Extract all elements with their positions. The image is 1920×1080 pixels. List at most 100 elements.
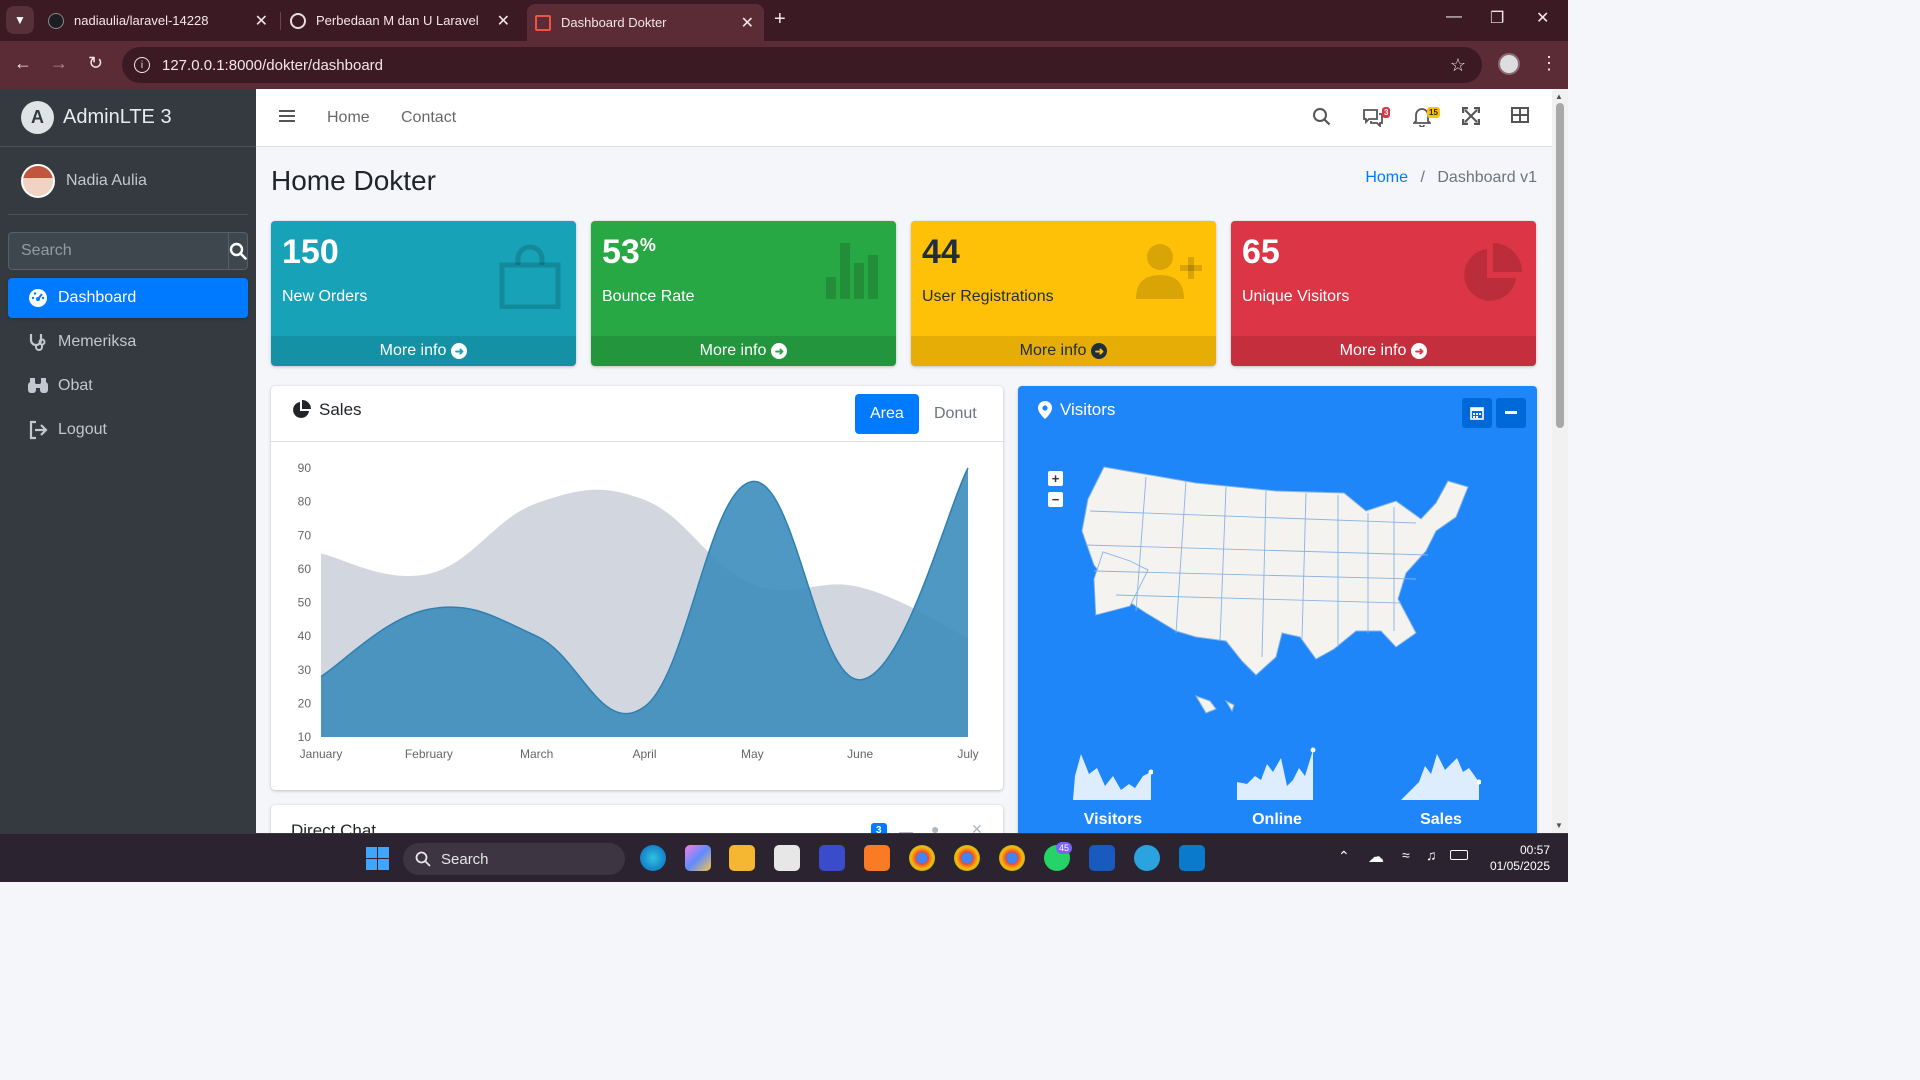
back-icon[interactable]: ←: [14, 53, 32, 74]
tab-search-button[interactable]: ▼: [6, 6, 34, 34]
usa-map: [1081, 466, 1469, 714]
microsoft-store-icon[interactable]: [774, 845, 800, 871]
restore-icon[interactable]: ❐: [1490, 8, 1504, 28]
y-tick-label: 80: [298, 495, 312, 509]
visitors-sparkline: [1073, 754, 1153, 800]
word-icon[interactable]: [1089, 845, 1115, 871]
stat-label: Bounce Rate: [602, 288, 695, 305]
whatsapp-badge: 45: [1056, 842, 1073, 854]
sidebar-search-button[interactable]: [228, 232, 248, 270]
clock-date: 01/05/2025: [1489, 859, 1550, 873]
adminlte-logo-icon: A: [21, 101, 54, 134]
stat-label: Unique Visitors: [1242, 288, 1350, 305]
sidebar-search-input[interactable]: [8, 232, 228, 270]
x-tick-label: February: [405, 747, 453, 761]
stat-value: 150: [282, 233, 339, 271]
stat-value: 65: [1242, 233, 1280, 271]
profile-avatar-icon[interactable]: [1498, 53, 1520, 75]
nav-link-contact[interactable]: Contact: [401, 109, 456, 127]
tab-donut[interactable]: Donut: [919, 394, 992, 434]
new-tab-icon[interactable]: +: [774, 8, 786, 31]
copilot-icon[interactable]: [685, 845, 711, 871]
taskbar-search-box[interactable]: Search: [403, 843, 625, 875]
more-info-link[interactable]: More info ➜: [591, 336, 896, 366]
battery-icon[interactable]: [1450, 850, 1468, 860]
window-close-icon[interactable]: ✕: [1536, 8, 1549, 28]
address-bar[interactable]: i 127.0.0.1:8000/dokter/dashboard ☆: [122, 47, 1482, 83]
visitors-card-title: Visitors: [1038, 400, 1115, 420]
sales-area-chart: 10 20 30 40 50 60 70 80 90 January February March Ap…: [298, 461, 979, 761]
search-icon[interactable]: [1312, 107, 1331, 131]
breadcrumb-home-link[interactable]: Home: [1365, 169, 1408, 186]
hamburger-menu-icon[interactable]: [279, 109, 295, 128]
scroll-down-icon[interactable]: ▼: [1555, 821, 1563, 830]
y-tick-label: 10: [298, 730, 312, 744]
scrollbar-thumb[interactable]: [1556, 103, 1564, 428]
sidebar-item-dashboard[interactable]: Dashboard: [8, 278, 248, 318]
file-explorer-icon[interactable]: [729, 845, 755, 871]
chrome-profile-icon[interactable]: [954, 845, 980, 871]
sparkline-label-visitors: Visitors: [1083, 811, 1143, 828]
taskbar-clock[interactable]: 00:57 01/05/2025: [1490, 842, 1550, 874]
user-panel[interactable]: Nadia Aulia: [8, 147, 248, 215]
stat-value: 53%: [602, 233, 656, 271]
x-tick-label: March: [520, 747, 553, 761]
scroll-up-icon[interactable]: ▲: [1555, 92, 1563, 101]
reload-icon[interactable]: ↻: [88, 53, 103, 74]
more-info-link[interactable]: More info ➜: [271, 336, 576, 366]
map-zoom-in-button[interactable]: +: [1048, 471, 1063, 486]
browser-tab-dashboard[interactable]: Dashboard Dokter ✕: [527, 4, 764, 41]
user-name[interactable]: Nadia Aulia: [66, 172, 147, 190]
top-navbar: Home Contact 3 15: [256, 89, 1552, 147]
close-icon[interactable]: ✕: [741, 13, 754, 33]
stethoscope-icon: [26, 332, 50, 352]
sidebar-item-obat[interactable]: Obat: [8, 366, 248, 406]
chevron-up-icon[interactable]: ⌃: [1338, 848, 1350, 865]
arrow-circle-right-icon: ➜: [1091, 343, 1108, 359]
nav-link-home[interactable]: Home: [327, 109, 370, 127]
page-scrollbar[interactable]: ▲ ▼: [1552, 89, 1568, 833]
telegram-icon[interactable]: [1134, 845, 1160, 871]
site-info-icon[interactable]: i: [134, 57, 150, 73]
browser-tab-github[interactable]: nadiaulia/laravel-14228 ✕: [48, 0, 278, 41]
vs-app-icon[interactable]: [819, 845, 845, 871]
tab-divider: [280, 12, 281, 30]
sidebar-item-logout[interactable]: Logout: [8, 410, 248, 450]
browser-tab-chatgpt[interactable]: Perbedaan M dan U Laravel ✕: [290, 0, 520, 41]
windows-start-icon[interactable]: [366, 847, 389, 875]
messages-icon[interactable]: [1362, 107, 1384, 132]
brand-link[interactable]: A AdminLTE 3: [0, 89, 256, 147]
browser-menu-icon[interactable]: ⋮: [1540, 53, 1558, 74]
control-sidebar-icon[interactable]: [1511, 107, 1529, 128]
x-tick-label: June: [847, 747, 873, 761]
shopping-bag-icon: [498, 243, 562, 314]
fullscreen-icon[interactable]: [1461, 106, 1481, 130]
edge-icon[interactable]: [640, 845, 666, 871]
sales-card: Sales Area Donut 10 20 30 40 50 60 70 80 90 Janua…: [271, 386, 1003, 790]
close-icon[interactable]: ✕: [497, 11, 510, 31]
volume-icon[interactable]: ♫: [1426, 847, 1437, 863]
vscode-icon[interactable]: [1179, 845, 1205, 871]
calendar-button[interactable]: [1462, 398, 1492, 428]
collapse-button[interactable]: [1496, 398, 1526, 428]
tachometer-icon: [26, 288, 50, 308]
more-info-link[interactable]: More info ➜: [911, 336, 1216, 366]
xampp-icon[interactable]: [864, 845, 890, 871]
url-text[interactable]: 127.0.0.1:8000/dokter/dashboard: [162, 57, 383, 74]
chrome-profile-icon[interactable]: [999, 845, 1025, 871]
card-title-text: Visitors: [1060, 400, 1116, 419]
sparkline-label-online: Online: [1252, 811, 1302, 828]
taskbar-search-label: Search: [441, 850, 489, 868]
wifi-icon[interactable]: ≈: [1402, 847, 1410, 863]
forward-icon[interactable]: →: [50, 53, 68, 74]
more-info-link[interactable]: More info ➜: [1231, 336, 1536, 366]
close-icon[interactable]: ✕: [255, 11, 268, 31]
map-zoom-out-button[interactable]: −: [1048, 492, 1063, 507]
sidebar-item-memeriksa[interactable]: Memeriksa: [8, 322, 248, 362]
bookmark-star-icon[interactable]: ☆: [1450, 55, 1466, 76]
tab-area[interactable]: Area: [855, 394, 919, 434]
chrome-icon[interactable]: [909, 845, 935, 871]
minimize-icon[interactable]: —: [1446, 8, 1462, 26]
cloud-icon[interactable]: ☁: [1368, 847, 1384, 867]
arrow-circle-right-icon: ➜: [771, 343, 788, 359]
